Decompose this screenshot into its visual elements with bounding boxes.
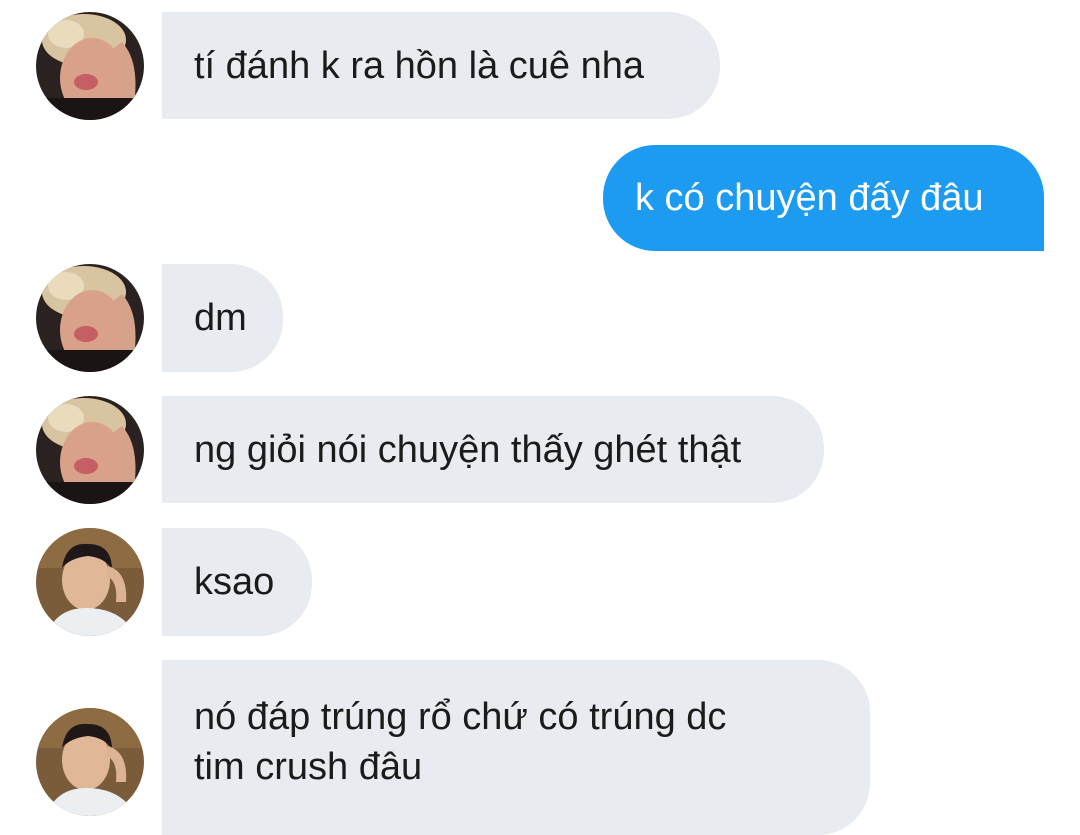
avatar[interactable] xyxy=(36,396,144,504)
blond-hair-avatar-icon xyxy=(36,264,144,372)
message-bubble-outgoing[interactable]: k có chuyện đấy đâu xyxy=(603,145,1044,251)
dark-hair-avatar-icon xyxy=(36,528,144,636)
message-bubble[interactable]: ksao xyxy=(162,528,312,636)
avatar[interactable] xyxy=(36,264,144,372)
message-bubble[interactable]: tí đánh k ra hồn là cuê nha xyxy=(162,12,720,119)
avatar[interactable] xyxy=(36,528,144,636)
message-text: dm xyxy=(194,297,247,339)
message-text-line: nó đáp trúng rổ chứ có trúng dc xyxy=(194,696,727,738)
blond-hair-avatar-icon xyxy=(36,12,144,120)
avatar[interactable] xyxy=(36,12,144,120)
dark-hair-avatar-icon xyxy=(36,708,144,816)
avatar[interactable] xyxy=(36,708,144,816)
blond-hair-avatar-icon xyxy=(36,396,144,504)
message-text: ksao xyxy=(194,561,275,603)
message-text: ng giỏi nói chuyện thấy ghét thật xyxy=(194,428,742,471)
message-text: tí đánh k ra hồn là cuê nha xyxy=(194,44,644,87)
message-bubble[interactable]: nó đáp trúng rổ chứ có trúng dc tim crus… xyxy=(162,660,870,835)
message-text-line: tim crush đâu xyxy=(194,746,423,788)
message-text: k có chuyện đấy đâu xyxy=(635,177,984,219)
message-bubble[interactable]: dm xyxy=(162,264,283,372)
message-bubble[interactable]: ng giỏi nói chuyện thấy ghét thật xyxy=(162,396,824,503)
